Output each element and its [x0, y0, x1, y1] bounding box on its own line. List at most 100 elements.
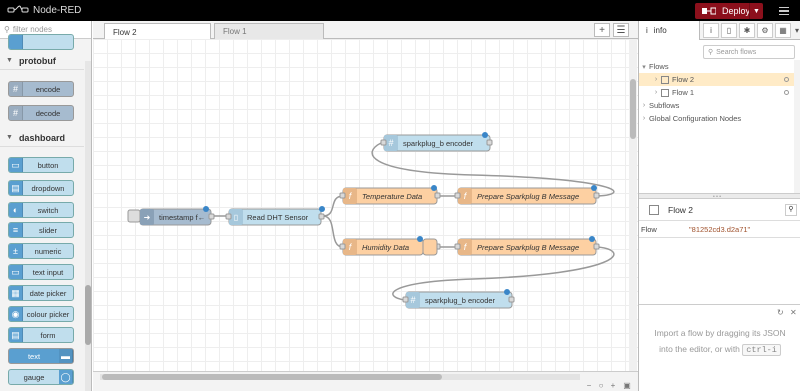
node-palette: ⚲ filter nodes ▼ protobuf # encode # decode…: [0, 21, 92, 391]
tree-subflows[interactable]: › Subflows: [639, 99, 800, 112]
node-humidity-data[interactable]: f Humidity Data: [339, 236, 441, 256]
node-timestamp[interactable]: ➜ timestamp f←: [139, 206, 215, 226]
palette-node-decode[interactable]: # decode: [8, 105, 74, 121]
node-sparkplug-encoder-top[interactable]: # sparkplug_b encoder: [380, 132, 493, 152]
chevron-down-icon: ▾: [642, 63, 646, 71]
wire: [322, 195, 344, 217]
refresh-icon[interactable]: ↻: [777, 308, 784, 317]
palette-node-dropdown[interactable]: ▤ dropdown: [8, 180, 74, 196]
text-input-icon: ▭: [9, 265, 23, 279]
tab-debug[interactable]: ✱: [739, 23, 755, 38]
book-icon: ▯: [726, 26, 732, 35]
workspace-horizontal-scrollbar[interactable]: [100, 374, 580, 380]
tree-item-flow-2[interactable]: › Flow 2: [639, 73, 800, 86]
close-icon[interactable]: ✕: [790, 308, 797, 317]
chevron-down-icon: ▼: [6, 57, 13, 64]
slider-icon: ≡: [9, 223, 23, 237]
form-icon: ▤: [9, 328, 23, 342]
svg-text:#: #: [388, 138, 393, 148]
dashboard-icon: ▦: [779, 26, 787, 35]
svg-text:▯: ▯: [234, 213, 238, 222]
search-icon[interactable]: ⚲: [785, 204, 797, 216]
node-prepare-sparkplug-humidity[interactable]: f Prepare Sparkplug B Message: [454, 236, 600, 256]
deploy-icon: [702, 7, 716, 15]
flow-workspace[interactable]: # sparkplug_b encoder ➜ timestamp f← ▯ R…: [93, 39, 638, 371]
palette-scrollbar[interactable]: [85, 61, 91, 391]
palette-node-text-input[interactable]: ▭ text input: [8, 264, 74, 280]
hash-icon: #: [9, 82, 23, 96]
text-icon: ▬: [59, 349, 73, 363]
main-menu-button[interactable]: [774, 3, 794, 19]
chevron-down-icon: ▾: [794, 26, 799, 35]
workspace-tabs: Flow 2 Flow 1 + ☰: [93, 21, 638, 40]
flow-canvas[interactable]: # sparkplug_b encoder ➜ timestamp f← ▯ R…: [93, 39, 638, 371]
node-label: sparkplug_b encoder: [425, 296, 496, 305]
palette-node-switch[interactable]: ◐ switch: [8, 202, 74, 218]
zoom-in-icon[interactable]: +: [608, 381, 618, 390]
import-hint-panel: ↻ ✕ Import a flow by dragging its JSON i…: [639, 304, 800, 391]
chevron-right-icon: ›: [654, 89, 658, 96]
palette-node-encode[interactable]: # encode: [8, 81, 74, 97]
tree-scrollbar[interactable]: [794, 60, 800, 193]
navigator-icon[interactable]: ▣: [622, 381, 632, 390]
deploy-options-caret-icon[interactable]: ▼: [749, 3, 763, 19]
tree-item-flow-1[interactable]: › Flow 1: [639, 86, 800, 99]
flow-icon: [661, 88, 669, 97]
palette-node-gauge[interactable]: gauge ◯: [8, 369, 74, 385]
app-logo: Node-RED: [7, 4, 81, 16]
node-temperature-data[interactable]: f Temperature Data: [339, 185, 441, 205]
palette-node-form[interactable]: ▤ form: [8, 327, 74, 343]
node-label: Prepare Sparkplug B Message: [477, 192, 579, 201]
flow-icon: [649, 204, 659, 215]
tab-dashboard[interactable]: ▦: [775, 23, 791, 38]
tab-flow-1[interactable]: Flow 1: [214, 23, 324, 39]
toggle-icon: ◐: [9, 203, 23, 217]
palette-category-protobuf[interactable]: ▼ protobuf: [0, 52, 84, 70]
workspace-vertical-scrollbar[interactable]: [629, 39, 637, 371]
zoom-reset-icon[interactable]: ○: [596, 381, 606, 390]
chevron-right-icon: ›: [642, 115, 646, 122]
properties-header: Flow 2 ⚲: [639, 199, 800, 221]
status-dot: [784, 77, 789, 82]
flows-search-input[interactable]: ⚲ Search flows: [703, 45, 795, 59]
palette-node-date-picker[interactable]: ▦ date picker: [8, 285, 74, 301]
svg-text:➜: ➜: [144, 213, 151, 222]
node-label: sparkplug_b encoder: [403, 139, 474, 148]
tree-global-config[interactable]: › Global Configuration Nodes: [639, 112, 800, 125]
inject-trigger-button[interactable]: [127, 209, 141, 223]
search-icon: ⚲: [4, 25, 10, 34]
node-read-dht-sensor[interactable]: ▯ Read DHT Sensor: [225, 206, 325, 226]
dropdown-node-icon: ▤: [9, 181, 23, 195]
chevron-right-icon: ›: [642, 102, 646, 109]
zoom-out-icon[interactable]: −: [584, 381, 594, 390]
add-flow-button[interactable]: +: [594, 23, 610, 37]
palette-node-colour-picker[interactable]: ◉ colour picker: [8, 306, 74, 322]
palette-icon: ◉: [9, 307, 23, 321]
palette-node-slider[interactable]: ≡ slider: [8, 222, 74, 238]
gear-icon: ⚙: [761, 26, 769, 35]
sidebar-tabs-dropdown[interactable]: ▾: [793, 23, 800, 38]
tab-help[interactable]: ▯: [721, 23, 737, 38]
palette-category-dashboard[interactable]: ▼ dashboard: [0, 129, 84, 147]
palette-node-partial[interactable]: [8, 34, 74, 50]
chevron-right-icon: ›: [654, 76, 658, 83]
tab-info-small[interactable]: i: [703, 23, 719, 38]
palette-node-text[interactable]: text ▬: [8, 348, 74, 364]
numeric-icon: ±: [9, 244, 23, 258]
flow-icon: [661, 75, 669, 84]
node-prepare-sparkplug-temperature[interactable]: f Prepare Sparkplug B Message: [454, 185, 600, 205]
list-flows-button[interactable]: ☰: [613, 23, 629, 37]
palette-node-numeric[interactable]: ± numeric: [8, 243, 74, 259]
palette-node-button[interactable]: ▭ button: [8, 157, 74, 173]
tab-flow-2[interactable]: Flow 2: [104, 23, 211, 40]
calendar-icon: ▦: [9, 286, 23, 300]
node-red-logo-icon: [7, 5, 29, 13]
node-label: Prepare Sparkplug B Message: [477, 243, 579, 252]
tab-info[interactable]: i info: [639, 21, 700, 40]
tab-config[interactable]: ⚙: [757, 23, 773, 38]
tree-flows[interactable]: ▾ Flows: [639, 60, 800, 73]
node-label: Read DHT Sensor: [247, 213, 309, 222]
deploy-button[interactable]: Deploy ▼: [695, 3, 763, 19]
node-sparkplug-encoder-bottom[interactable]: # sparkplug_b encoder: [402, 289, 515, 309]
svg-text:#: #: [410, 295, 415, 305]
